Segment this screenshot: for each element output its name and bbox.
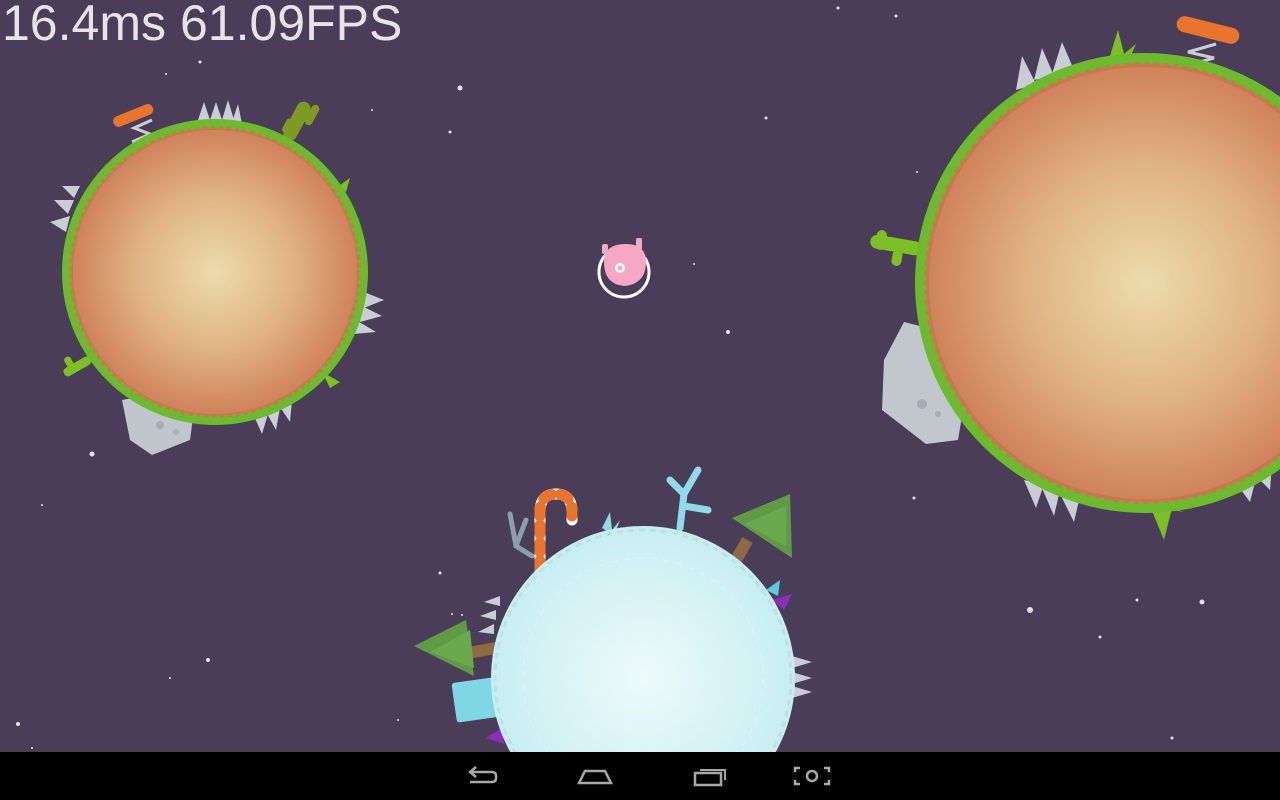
home-button[interactable] <box>565 752 625 800</box>
back-icon <box>468 766 498 784</box>
player-creature[interactable] <box>597 238 651 299</box>
ice-tree <box>666 466 712 532</box>
frame-time-text: 16.4ms <box>2 0 166 51</box>
screenshot-button[interactable] <box>782 752 842 800</box>
desert-planet-left <box>50 100 384 455</box>
game-scene[interactable]: 16.4ms 61.09FPS <box>0 0 1280 752</box>
pine-tree <box>727 494 792 569</box>
screenshot-icon <box>793 766 831 786</box>
fps-text: 61.09FPS <box>179 0 403 51</box>
ice-planet <box>414 466 812 752</box>
fps-counter: 16.4ms 61.09FPS <box>2 0 416 52</box>
recents-icon <box>693 769 726 787</box>
recents-button[interactable] <box>680 752 740 800</box>
cactus <box>282 101 320 141</box>
desert-planet-right <box>870 16 1280 540</box>
back-button[interactable] <box>452 752 512 800</box>
navigation-bar <box>0 752 1280 800</box>
cactus <box>870 230 922 266</box>
game-canvas[interactable] <box>0 0 1280 752</box>
home-icon <box>576 769 614 785</box>
